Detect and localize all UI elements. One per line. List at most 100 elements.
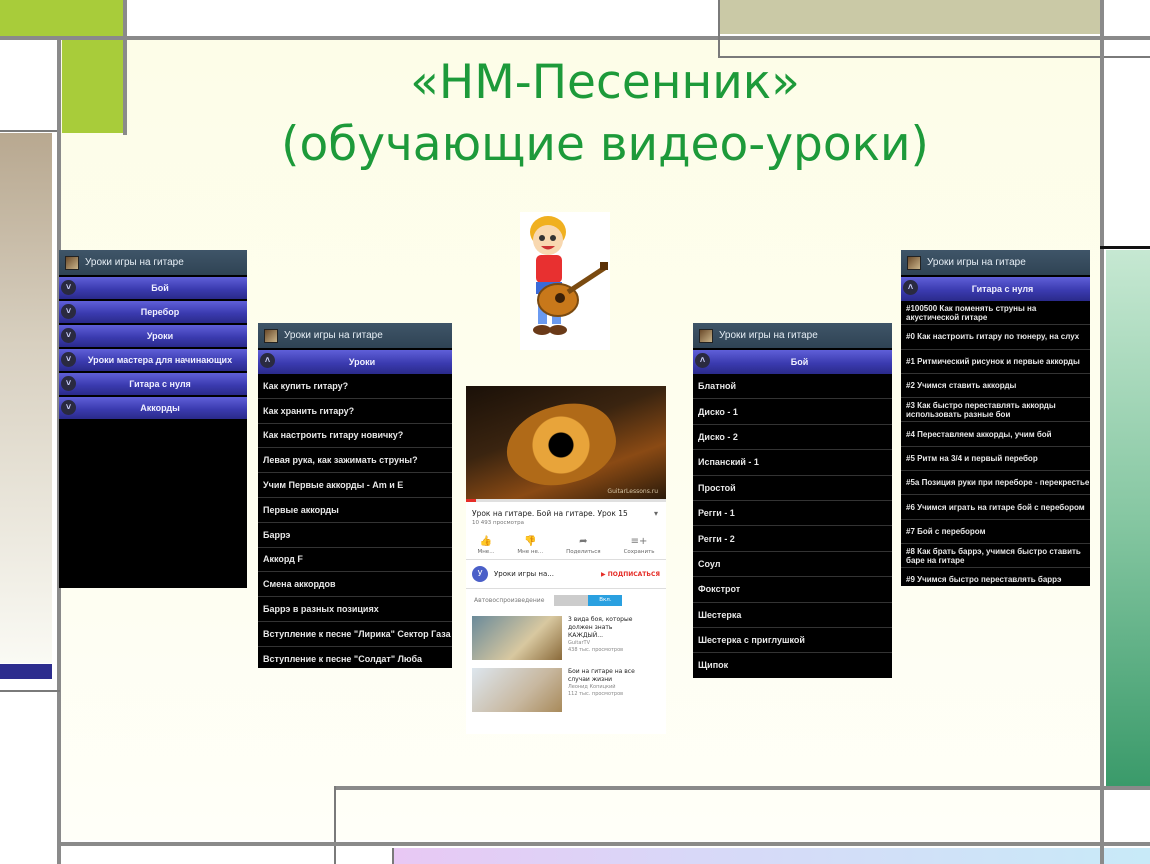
guitar-app-icon bbox=[907, 255, 921, 270]
green-gradient-bar bbox=[1106, 250, 1150, 786]
group-button-uroki[interactable]: ˄ Уроки bbox=[258, 350, 452, 374]
boy-guitar-illustration bbox=[520, 212, 610, 350]
group-button-boi[interactable]: ˄ Бой bbox=[693, 350, 892, 374]
subscribe-label: ПОДПИСАТЬСЯ bbox=[607, 570, 660, 578]
list-item[interactable]: #9 Учимся быстро переставлять баррэ bbox=[901, 568, 1090, 586]
list-item[interactable]: Аккорд F bbox=[258, 548, 452, 573]
title-line-1: «НМ-Песенник» bbox=[410, 55, 800, 110]
guitar-image bbox=[497, 393, 625, 497]
group-button-perebor[interactable]: ˅ Перебор bbox=[59, 301, 247, 323]
related-title: 3 вида боя, которые должен знать КАЖДЫЙ.… bbox=[568, 616, 633, 639]
channel-avatar[interactable]: У bbox=[472, 566, 488, 582]
related-video[interactable]: Бои на гитаре на все случаи жизни Леонид… bbox=[466, 664, 666, 716]
app-screen-boi: Уроки игры на гитаре ˄ Бой Блатной Диско … bbox=[693, 323, 892, 678]
group-label: Уроки bbox=[146, 331, 174, 341]
list-item[interactable]: Баррэ в разных позициях bbox=[258, 597, 452, 622]
list-item[interactable]: #100500 Как поменять струны на акустичес… bbox=[901, 301, 1090, 326]
play-icon: ▶ bbox=[601, 570, 608, 578]
group-label: Перебор bbox=[140, 307, 180, 317]
app-screen-s-nulya: Уроки игры на гитаре ˄ Гитара с нуля #100… bbox=[901, 250, 1090, 586]
group-label: Гитара с нуля bbox=[129, 379, 191, 389]
list-item[interactable]: Смена аккордов bbox=[258, 572, 452, 598]
save-button[interactable]: ≡+ Сохранить bbox=[624, 536, 655, 555]
action-label: Поделиться bbox=[566, 549, 601, 555]
list-item[interactable]: #8 Как брать баррэ, учимся быстро ставит… bbox=[901, 544, 1090, 569]
thumbs-up-icon: 👍 bbox=[479, 536, 493, 547]
video-thumbnail[interactable] bbox=[472, 668, 562, 712]
related-channel: Леонид Копицкий bbox=[568, 684, 616, 690]
list-item[interactable]: #0 Как настроить гитару по тюнеру, на сл… bbox=[901, 325, 1090, 350]
chevron-down-icon: ˅ bbox=[61, 304, 76, 319]
group-button-s-nulya[interactable]: ˄ Гитара с нуля bbox=[901, 277, 1090, 301]
thumbs-down-icon: 👎 bbox=[524, 536, 537, 547]
list-item[interactable]: #5а Позиция руки при переборе - перекрес… bbox=[901, 471, 1090, 496]
list-item[interactable]: Как купить гитару? bbox=[258, 374, 452, 399]
share-button[interactable]: ➦ Поделиться bbox=[566, 536, 601, 555]
app-screen-main-menu: Уроки игры на гитаре ˅ Бой ˅ Перебор ˅ Урок… bbox=[59, 250, 247, 588]
group-label: Уроки bbox=[348, 357, 376, 367]
app-screen-lessons: Уроки игры на гитаре ˄ Уроки Как купить г… bbox=[258, 323, 452, 668]
group-button-akkordy[interactable]: ˅ Аккорды bbox=[59, 397, 247, 419]
playlist-add-icon: ≡+ bbox=[630, 536, 648, 547]
list-item[interactable]: Шестерка bbox=[693, 603, 892, 628]
related-views: 112 тыс. просмотров bbox=[568, 691, 624, 697]
subscribe-button[interactable]: ▶ ПОДПИСАТЬСЯ bbox=[601, 571, 660, 578]
group-button-uroki[interactable]: ˅ Уроки bbox=[59, 325, 247, 347]
autoplay-toggle[interactable]: Вкл. bbox=[554, 595, 623, 606]
chevron-down-icon: ˅ bbox=[61, 328, 76, 343]
list-item[interactable]: Щипок bbox=[693, 653, 892, 678]
list-item[interactable]: #6 Учимся играть на гитаре бой с перебор… bbox=[901, 495, 1090, 520]
video-title-text: Урок на гитаре. Бой на гитаре. Урок 15 bbox=[472, 509, 628, 518]
list-item[interactable]: Соул bbox=[693, 552, 892, 578]
frame-line bbox=[334, 786, 336, 864]
video-player[interactable]: GuitarLessons.ru bbox=[466, 386, 666, 499]
related-video[interactable]: 3 вида боя, которые должен знать КАЖДЫЙ.… bbox=[466, 612, 666, 664]
group-label: Гитара с нуля bbox=[971, 284, 1034, 294]
list-item[interactable]: Диско - 2 bbox=[693, 425, 892, 451]
list-item[interactable]: #4 Переставляем аккорды, учим бой bbox=[901, 422, 1090, 447]
group-label: Бой bbox=[790, 357, 809, 367]
frame-line bbox=[0, 36, 1150, 40]
guitar-app-icon bbox=[264, 328, 278, 343]
group-button-master[interactable]: ˅ Уроки мастера для начинающих bbox=[59, 349, 247, 371]
list-item[interactable]: Баррэ bbox=[258, 523, 452, 548]
frame-line bbox=[392, 848, 394, 864]
action-label: Мне не... bbox=[517, 549, 544, 555]
list-item[interactable]: Испанский - 1 bbox=[693, 450, 892, 476]
list-item[interactable]: Вступление к песне "Солдат" Люба bbox=[258, 647, 452, 668]
expand-icon[interactable]: ▾ bbox=[654, 509, 658, 518]
chevron-up-icon: ˄ bbox=[903, 280, 918, 295]
chevron-up-icon: ˄ bbox=[260, 353, 275, 368]
list-item[interactable]: Как настроить гитару новичку? bbox=[258, 424, 452, 449]
list-item[interactable]: Вступление к песне "Лирика" Сектор Газа bbox=[258, 622, 452, 647]
group-button-s-nulya[interactable]: ˅ Гитара с нуля bbox=[59, 373, 247, 395]
list-item[interactable]: Фокстрот bbox=[693, 577, 892, 603]
video-actions: 👍 Мне... 👎 Мне не... ➦ Поделиться ≡+ Сохрани… bbox=[466, 532, 666, 560]
list-item[interactable]: Как хранить гитару? bbox=[258, 399, 452, 424]
list-item[interactable]: #2 Учимся ставить аккорды bbox=[901, 374, 1090, 399]
list-item[interactable]: Шестерка с приглушкой bbox=[693, 628, 892, 654]
channel-name[interactable]: Уроки игры на... bbox=[494, 570, 595, 578]
list-item[interactable]: Блатной bbox=[693, 374, 892, 400]
frame-line bbox=[718, 0, 720, 58]
app-bar: Уроки игры на гитаре bbox=[258, 323, 452, 348]
list-item[interactable]: Левая рука, как зажимать струны? bbox=[258, 448, 452, 474]
list-item[interactable]: Регги - 2 bbox=[693, 526, 892, 552]
list-item[interactable]: Первые аккорды bbox=[258, 498, 452, 523]
dislike-button[interactable]: 👎 Мне не... bbox=[517, 536, 543, 555]
list-item[interactable]: Регги - 1 bbox=[693, 501, 892, 527]
list-item[interactable]: #7 Бой с перебором bbox=[901, 520, 1090, 544]
like-button[interactable]: 👍 Мне... bbox=[477, 536, 494, 555]
list-item[interactable]: #5 Ритм на 3/4 и первый перебор bbox=[901, 447, 1090, 472]
autoplay-label: Автовоспроизведение bbox=[474, 597, 545, 604]
list-item[interactable]: Диско - 1 bbox=[693, 399, 892, 425]
frame-line bbox=[1100, 246, 1150, 249]
list-item[interactable]: #1 Ритмический рисунок и первые аккорды bbox=[901, 350, 1090, 374]
list-item[interactable]: Простой bbox=[693, 476, 892, 501]
group-button-boi[interactable]: ˅ Бой bbox=[59, 277, 247, 299]
list-item[interactable]: Учим Первые аккорды - Am и E bbox=[258, 473, 452, 498]
list-item[interactable]: #3 Как быстро переставлять аккорды испол… bbox=[901, 398, 1090, 423]
guitar-app-icon bbox=[699, 328, 713, 343]
video-thumbnail[interactable] bbox=[472, 616, 562, 660]
channel-row: У Уроки игры на... ▶ ПОДПИСАТЬСЯ bbox=[466, 560, 666, 589]
